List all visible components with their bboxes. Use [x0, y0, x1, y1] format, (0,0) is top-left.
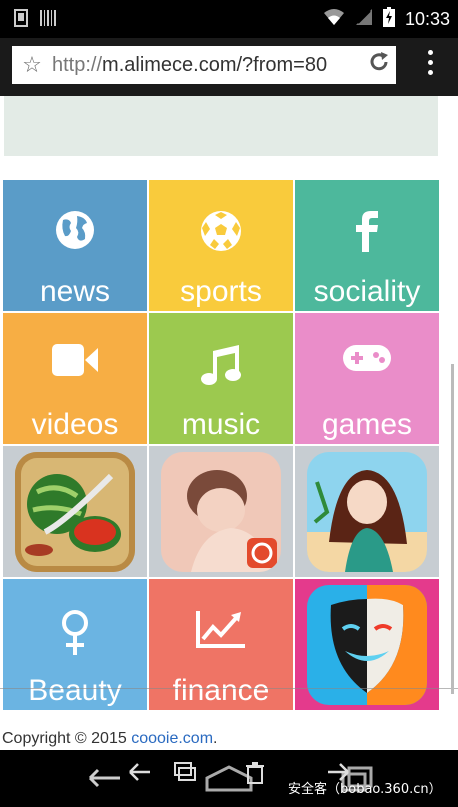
- browser-toolbar: ☆ http://m.alimece.com/?from=80: [0, 38, 458, 96]
- soccer-ball-icon: [200, 210, 242, 256]
- facebook-icon: [354, 210, 380, 256]
- divider: [0, 688, 458, 689]
- top-banner: [4, 96, 438, 156]
- overflow-menu-icon[interactable]: [428, 50, 434, 75]
- status-bar: 10:33: [0, 0, 458, 38]
- scrollbar[interactable]: [451, 364, 454, 694]
- tile-app-fruit-ninja[interactable]: [3, 446, 147, 577]
- tile-label: Beauty: [28, 674, 122, 707]
- gamepad-icon: [343, 343, 391, 377]
- tile-sports[interactable]: sports: [149, 180, 293, 311]
- tile-beauty[interactable]: Beauty: [3, 579, 147, 710]
- bookmark-star-icon[interactable]: ☆: [12, 53, 52, 78]
- tile-games[interactable]: games: [295, 313, 439, 444]
- portrait-app-icon: [161, 451, 281, 572]
- battery-charging-icon: [382, 7, 395, 32]
- female-symbol-icon: [58, 609, 92, 661]
- tile-app-portrait[interactable]: [149, 446, 293, 577]
- chart-trend-icon: [195, 609, 247, 653]
- share-icon[interactable]: [174, 762, 196, 790]
- tile-news[interactable]: news: [3, 180, 147, 311]
- back-icon[interactable]: [80, 765, 124, 798]
- tile-label: finance: [172, 674, 270, 707]
- tile-label: sociality: [313, 275, 421, 308]
- wifi-icon: [323, 8, 345, 31]
- tile-app-anime-girl[interactable]: [295, 446, 439, 577]
- anime-girl-app-icon: [307, 451, 427, 572]
- tile-label: videos: [31, 408, 119, 441]
- address-bar[interactable]: ☆ http://m.alimece.com/?from=80: [12, 46, 396, 84]
- reload-icon[interactable]: [362, 51, 396, 79]
- screenshot-notification-icon: [14, 9, 28, 31]
- copyright-footer: Copyright © 2015 coooie.com.: [2, 730, 217, 748]
- trash-icon[interactable]: [246, 762, 264, 790]
- tile-videos[interactable]: videos: [3, 313, 147, 444]
- tile-music[interactable]: music: [149, 313, 293, 444]
- signal-icon: [355, 8, 373, 31]
- clock: 10:33: [404, 9, 450, 29]
- tile-app-theater-mask[interactable]: [295, 579, 439, 710]
- url-text[interactable]: http://m.alimece.com/?from=80: [52, 54, 362, 77]
- tile-finance[interactable]: finance: [149, 579, 293, 710]
- back-arrow-icon[interactable]: [128, 762, 152, 790]
- copyright-text: Copyright © 2015: [2, 730, 132, 747]
- tile-label: news: [39, 275, 111, 308]
- url-scheme: http://: [52, 53, 103, 76]
- url-host: m.alimece.com/?from=80: [102, 53, 328, 76]
- tile-label: sports: [180, 275, 262, 308]
- tile-label: music: [181, 408, 261, 441]
- copyright-suffix: .: [213, 730, 218, 747]
- footer-link[interactable]: coooie.com: [131, 730, 213, 747]
- fruit-ninja-app-icon: [15, 451, 135, 572]
- barcode-notification-icon: [40, 9, 56, 31]
- globe-icon: [55, 210, 95, 254]
- watermark: 安全客（bobao.360.cn）: [288, 782, 442, 797]
- tile-sociality[interactable]: sociality: [295, 180, 439, 311]
- system-nav-bar: 安全客（bobao.360.cn）: [0, 750, 458, 807]
- theater-mask-app-icon: [307, 584, 427, 705]
- tile-label: games: [321, 408, 413, 441]
- category-grid: news sports sociality videos music games…: [3, 180, 439, 710]
- music-note-icon: [201, 343, 241, 389]
- video-camera-icon: [52, 343, 98, 381]
- web-page: news sports sociality videos music games…: [0, 96, 458, 750]
